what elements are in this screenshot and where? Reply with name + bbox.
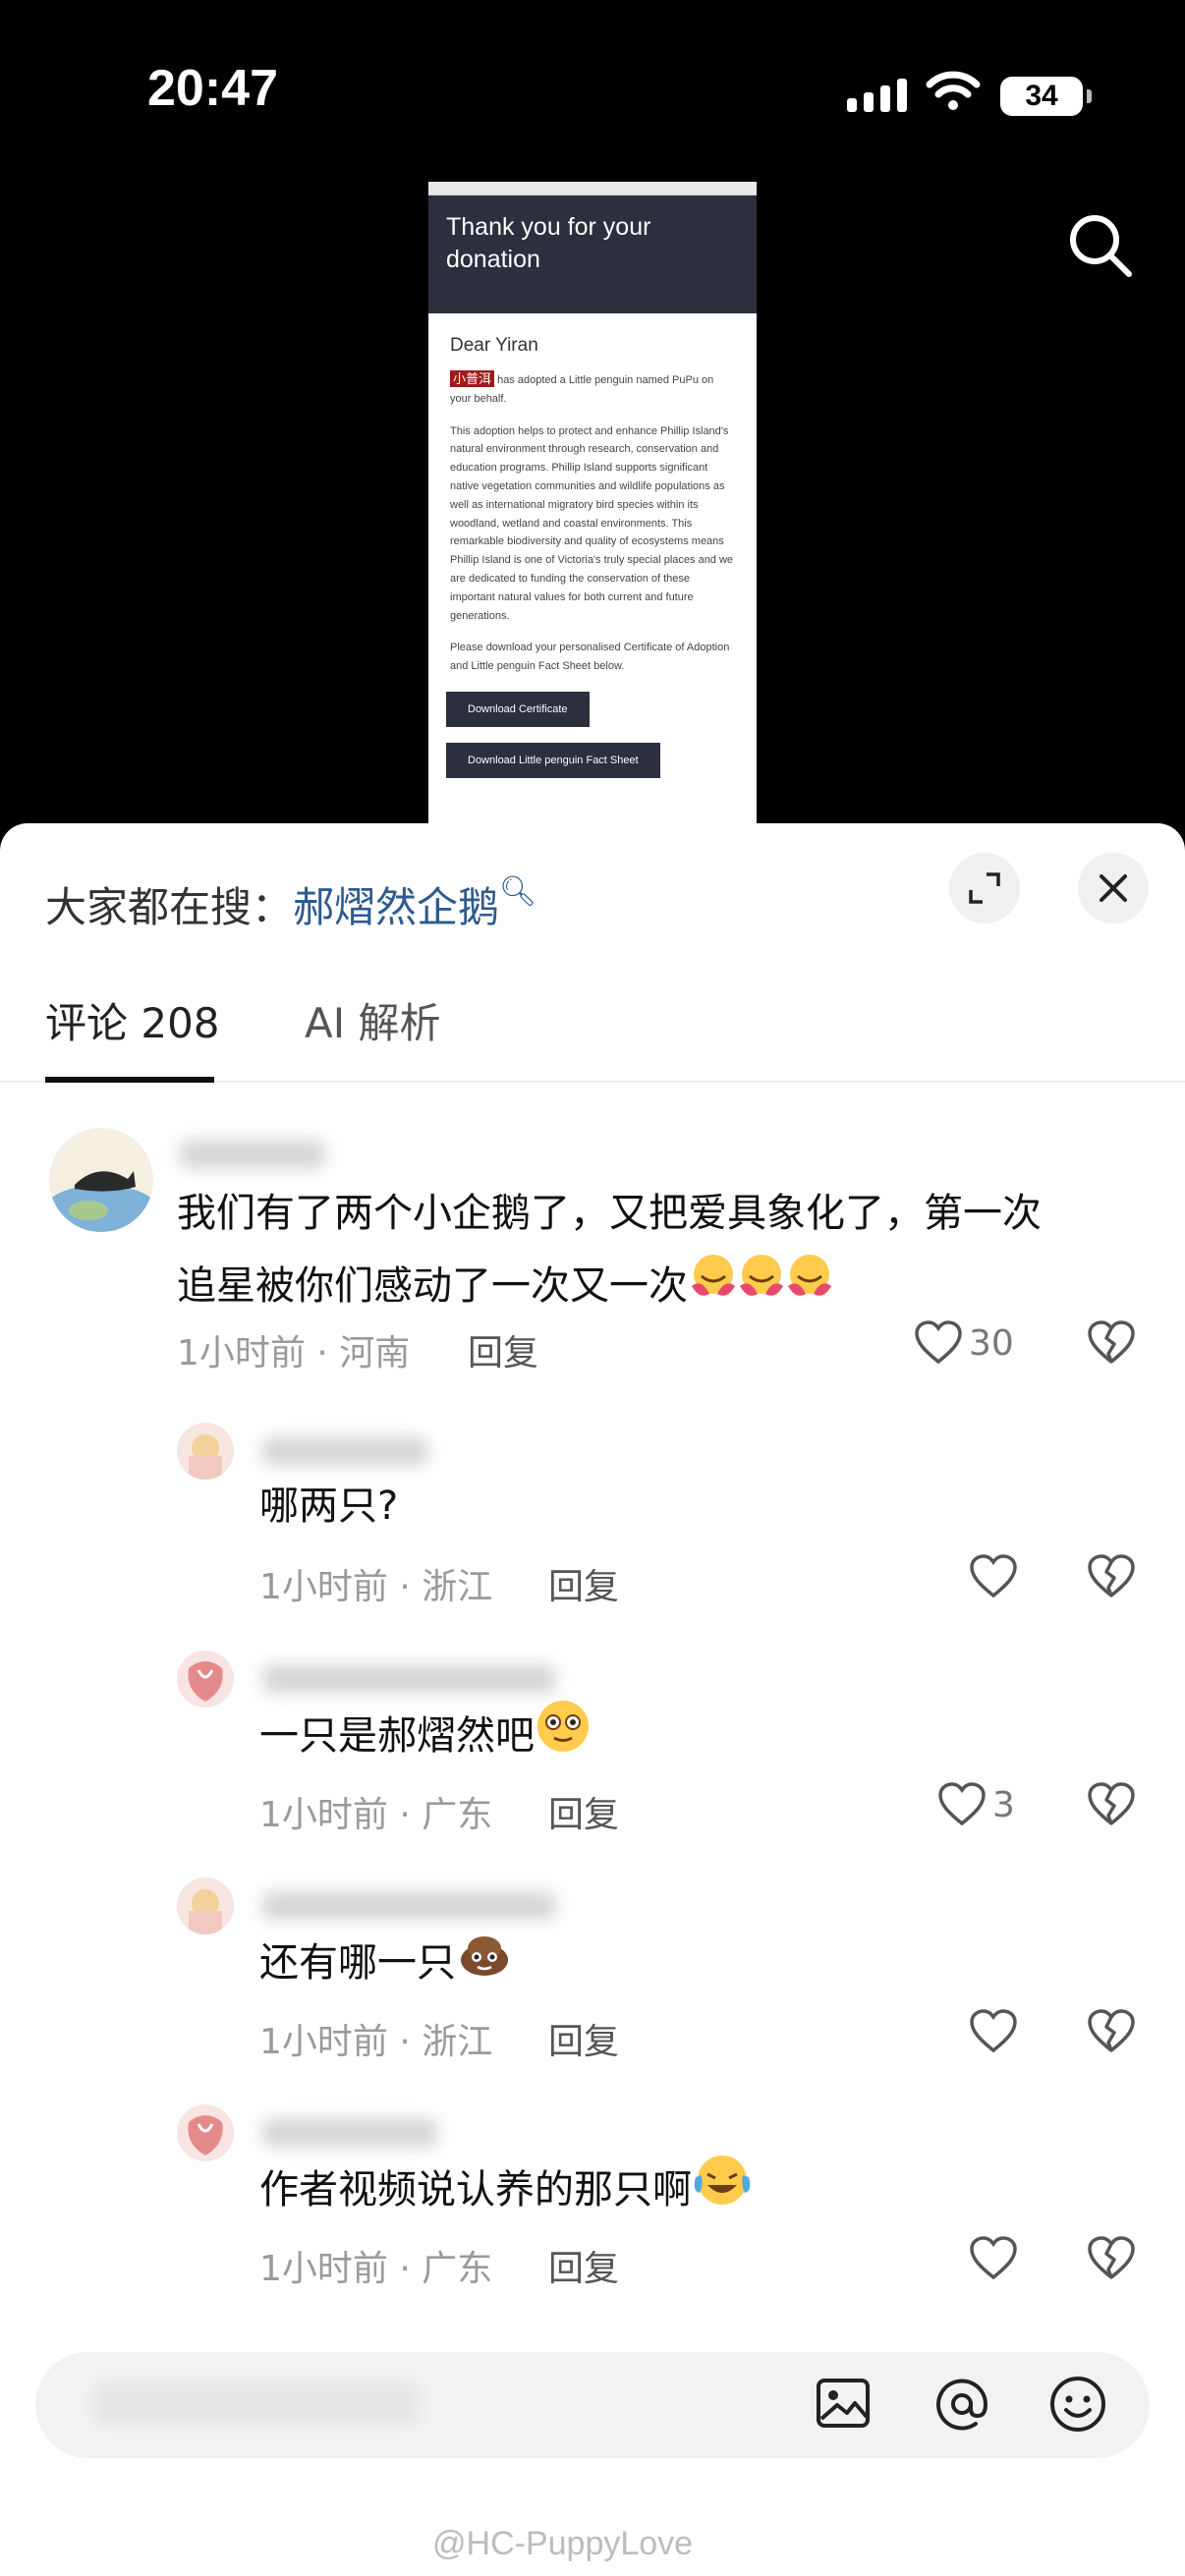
comment-input-bar[interactable]: [35, 2352, 1150, 2458]
username-blurred[interactable]: [261, 2118, 438, 2148]
reply-button[interactable]: 回复: [468, 1324, 538, 1375]
reply-button[interactable]: 回复: [548, 2013, 619, 2064]
hugging-face-emoji: [688, 1251, 835, 1325]
heart-icon: [970, 1554, 1017, 1598]
username-blurred[interactable]: [261, 1436, 428, 1466]
hot-search-prefix: 大家都在搜：: [45, 883, 294, 931]
comment-text: 哪两只?: [259, 1484, 399, 1529]
download-certificate-button: Download Certificate: [446, 691, 590, 727]
mention-icon[interactable]: [931, 2374, 992, 2438]
email-greeting: Dear Yiran: [450, 335, 538, 356]
username-blurred[interactable]: [261, 1891, 556, 1921]
emoji-icon[interactable]: [1047, 2374, 1108, 2438]
dislike-button[interactable]: [1087, 1320, 1136, 1370]
avatar[interactable]: [177, 1877, 234, 1934]
comment-text: 我们有了两个小企鹅了，又把爱具象化了，第一次 追星被你们感动了一次又一次: [177, 1177, 1159, 1325]
heart-icon: [970, 2009, 1017, 2053]
avatar[interactable]: [49, 1128, 153, 1232]
dislike-button[interactable]: [1087, 1554, 1136, 1603]
like-button[interactable]: [969, 1554, 1024, 1599]
like-button[interactable]: 30: [914, 1320, 1014, 1366]
dislike-button[interactable]: [1087, 2009, 1136, 2058]
hot-search-term[interactable]: 郝熠然企鹅: [293, 883, 499, 931]
laughing-crying-emoji: [692, 2152, 753, 2232]
broken-heart-icon: [1088, 1554, 1135, 1597]
heart-icon: [938, 1782, 986, 1826]
comment-meta: 1小时前 · 河南: [177, 1333, 411, 1373]
tab-ai-analysis[interactable]: AI 解析: [305, 990, 440, 1050]
reply-button[interactable]: 回复: [548, 1786, 619, 1837]
close-button[interactable]: [1078, 853, 1149, 924]
comment-text: 还有哪一只: [259, 1925, 513, 2005]
email-header: Thank you for your donation: [428, 196, 757, 313]
email-adopt-line: 小普洱 has adopted a Little penguin named P…: [450, 370, 735, 409]
cellular-signal-icon: [847, 79, 907, 112]
search-icon[interactable]: [1066, 211, 1135, 284]
tab-comments[interactable]: 评论 208: [45, 990, 220, 1050]
avatar[interactable]: [177, 1651, 234, 1708]
like-button[interactable]: [969, 2236, 1024, 2281]
dislike-button[interactable]: [1087, 1782, 1136, 1831]
status-bar: 20:47 34: [0, 0, 1185, 167]
expand-icon: [969, 872, 1000, 904]
comment-sheet: 大家都在搜：郝熠然企鹅🔍︎ 评论 208 AI 解析 我们有了两个小企鹅了，又把…: [0, 823, 1185, 2576]
heart-icon: [915, 1320, 962, 1365]
email-download-text: Please download your personalised Certif…: [450, 642, 730, 673]
like-button[interactable]: [969, 2009, 1024, 2054]
hot-search[interactable]: 大家都在搜：郝熠然企鹅🔍︎: [45, 874, 536, 934]
small-search-icon: 🔍︎: [499, 874, 537, 909]
reply-button[interactable]: 回复: [548, 2240, 619, 2291]
download-factsheet-button: Download Little penguin Fact Sheet: [446, 742, 660, 778]
video-frame[interactable]: Thank you for your donation Dear Yiran 小…: [428, 182, 757, 830]
poop-emoji: [456, 1925, 513, 2005]
like-button[interactable]: 3: [937, 1782, 1015, 1827]
watermark: @HC-PuppyLove: [432, 2525, 694, 2562]
broken-heart-icon: [1088, 2236, 1135, 2279]
like-count: 30: [969, 1322, 1014, 1364]
expand-button[interactable]: [949, 853, 1020, 924]
heart-icon: [970, 2236, 1017, 2280]
adopter-tag: 小普洱: [450, 370, 495, 387]
image-icon[interactable]: [814, 2374, 873, 2436]
wifi-icon: [926, 69, 981, 116]
username-blurred[interactable]: [179, 1140, 326, 1169]
like-count: 3: [992, 1784, 1015, 1825]
comment-meta: 1小时前 · 广东: [259, 1795, 493, 1835]
email-paragraph: This adoption helps to protect and enhan…: [450, 424, 734, 622]
reply-button[interactable]: 回复: [548, 1558, 619, 1609]
comment-meta: 1小时前 · 浙江: [259, 2022, 493, 2062]
active-tab-indicator: [45, 1077, 214, 1083]
battery-indicator: 34: [1000, 77, 1092, 116]
comment-text: 一只是郝熠然吧: [259, 1698, 592, 1778]
comment-meta: 1小时前 · 广东: [259, 2249, 493, 2289]
username-blurred[interactable]: [261, 1664, 556, 1694]
status-time: 20:47: [147, 60, 278, 117]
broken-heart-icon: [1088, 1782, 1135, 1825]
comment-input-placeholder-blurred[interactable]: [94, 2381, 419, 2425]
avatar[interactable]: [177, 2104, 234, 2161]
comment-meta: 1小时前 · 浙江: [259, 1567, 493, 1607]
dislike-button[interactable]: [1087, 2236, 1136, 2285]
avatar[interactable]: [177, 1423, 234, 1480]
close-icon: [1100, 874, 1127, 902]
broken-heart-icon: [1088, 2009, 1135, 2052]
broken-heart-icon: [1088, 1320, 1135, 1364]
comment-text: 作者视频说认养的那只啊: [259, 2152, 753, 2232]
email-toolbar: [428, 182, 757, 196]
email-body: Dear Yiran 小普洱 has adopted a Little peng…: [428, 313, 757, 813]
flushed-face-emoji: [535, 1698, 592, 1778]
tab-bar: 评论 208 AI 解析: [0, 990, 1185, 1083]
